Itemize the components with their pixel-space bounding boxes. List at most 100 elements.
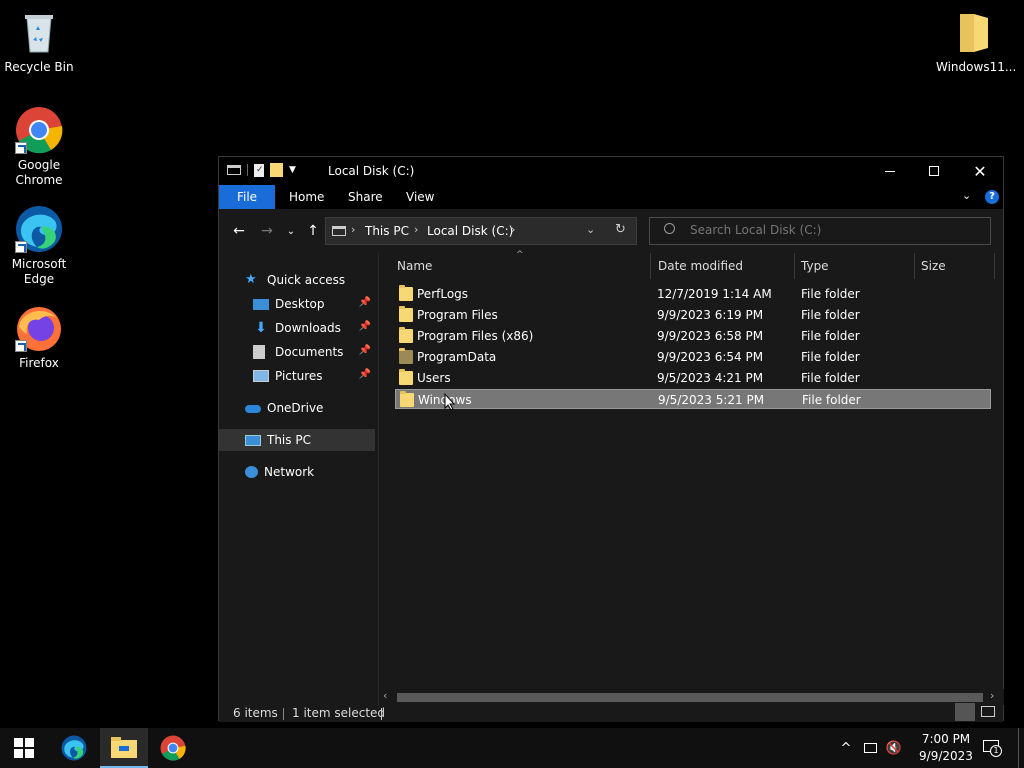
nav-item-this-pc[interactable]: This PC xyxy=(219,429,375,451)
desktop-icon-windows11-folder[interactable]: Windows11... xyxy=(936,8,1017,75)
network-status-icon[interactable] xyxy=(862,740,878,756)
forward-arrow-icon: → xyxy=(261,223,273,239)
table-row[interactable]: Program Files (x86) 9/9/2023 6:58 PM Fil… xyxy=(395,326,991,346)
clock-date: 9/9/2023 xyxy=(919,749,973,763)
network-icon xyxy=(245,466,258,478)
address-history-dropdown[interactable]: ⌄ xyxy=(586,223,595,236)
scroll-left-icon[interactable]: ‹ xyxy=(383,689,387,702)
show-hidden-icons-chevron-up-icon[interactable]: ^ xyxy=(838,740,854,756)
search-icon xyxy=(664,223,675,234)
nav-item-label: Documents xyxy=(275,345,344,359)
details-view-button[interactable] xyxy=(955,703,975,721)
desktop-icon-google-chrome[interactable]: Google Chrome xyxy=(1,106,77,188)
column-header-type[interactable]: Type xyxy=(795,253,915,279)
mouse-cursor-icon xyxy=(444,393,456,411)
table-row[interactable]: PerfLogs 12/7/2019 1:14 AM File folder xyxy=(395,284,991,304)
title-bar[interactable]: ✓ ▼ Local Disk (C:) ✕ xyxy=(219,157,1003,185)
nav-item-quick-access[interactable]: ★ Quick access xyxy=(219,269,375,291)
desktop-icon-label: Microsoft Edge xyxy=(11,257,67,286)
taskbar-edge-button[interactable] xyxy=(50,728,98,768)
file-date: 12/7/2019 1:14 AM xyxy=(657,287,772,301)
desktop-icon-firefox[interactable]: Firefox xyxy=(1,304,77,371)
file-type: File folder xyxy=(801,350,860,364)
up-button[interactable]: ↑ xyxy=(303,221,323,241)
breadcrumb-local-disk[interactable]: Local Disk (C:) xyxy=(427,224,513,238)
nav-item-documents[interactable]: Documents 📌 xyxy=(219,341,375,363)
column-header-size[interactable]: Size xyxy=(915,253,995,279)
drive-icon[interactable] xyxy=(227,165,241,175)
scroll-right-icon[interactable]: › xyxy=(990,689,994,702)
folder-icon xyxy=(399,369,413,385)
column-header-name[interactable]: Name xyxy=(379,253,651,279)
customize-toolbar-icon[interactable]: ▼ xyxy=(289,165,296,175)
horizontal-scrollbar[interactable]: ‹ › xyxy=(379,689,1004,705)
close-icon: ✕ xyxy=(973,161,987,181)
taskbar-file-explorer-button[interactable] xyxy=(100,728,148,768)
breadcrumb-this-pc[interactable]: This PC xyxy=(365,224,409,238)
new-folder-icon[interactable] xyxy=(270,163,283,177)
table-row[interactable]: Program Files 9/9/2023 6:19 PM File fold… xyxy=(395,305,991,325)
file-name: Program Files xyxy=(417,308,498,322)
taskbar-chrome-button[interactable] xyxy=(149,728,197,768)
maximize-button[interactable] xyxy=(911,157,957,185)
help-icon[interactable]: ? xyxy=(985,190,999,204)
nav-item-network[interactable]: Network xyxy=(219,461,375,483)
chrome-icon xyxy=(15,106,63,154)
action-center-button[interactable]: 1 xyxy=(982,739,1002,757)
pin-icon: 📌 xyxy=(358,369,371,380)
close-button[interactable]: ✕ xyxy=(957,157,1003,185)
recent-locations-button[interactable]: ⌄ xyxy=(281,221,301,241)
search-input[interactable] xyxy=(690,223,980,237)
status-divider xyxy=(381,708,382,720)
table-row[interactable]: ProgramData 9/9/2023 6:54 PM File folder xyxy=(395,347,991,367)
status-divider xyxy=(283,708,284,720)
search-box[interactable] xyxy=(649,217,991,245)
desktop-icon-label: Windows11... xyxy=(936,60,1017,74)
minimize-button[interactable] xyxy=(867,157,913,185)
pin-icon: 📌 xyxy=(358,321,371,332)
large-icons-view-button[interactable] xyxy=(981,706,995,717)
file-date: 9/9/2023 6:58 PM xyxy=(657,329,764,343)
folder-icon xyxy=(399,327,413,343)
column-header-date-modified[interactable]: Date modified xyxy=(651,253,795,279)
file-type: File folder xyxy=(801,287,860,301)
nav-item-downloads[interactable]: ⬇ Downloads 📌 xyxy=(219,317,375,339)
up-arrow-icon: ↑ xyxy=(307,223,319,239)
shortcut-arrow-icon xyxy=(15,241,27,253)
ribbon-tabs: File Home Share View ⌄ ? xyxy=(219,185,1003,209)
tab-file[interactable]: File xyxy=(219,185,275,209)
nav-item-desktop[interactable]: Desktop 📌 xyxy=(219,293,375,315)
folder-icon xyxy=(950,8,998,56)
table-row[interactable]: Users 9/5/2023 4:21 PM File folder xyxy=(395,368,991,388)
tab-home[interactable]: Home xyxy=(275,185,338,209)
taskbar-clock[interactable]: 7:00 PM 9/9/2023 xyxy=(918,731,974,765)
scrollbar-thumb[interactable] xyxy=(397,693,983,702)
expand-ribbon-icon[interactable]: ⌄ xyxy=(962,189,971,202)
tab-view[interactable]: View xyxy=(392,185,448,209)
file-type: File folder xyxy=(801,308,860,322)
properties-icon[interactable]: ✓ xyxy=(254,163,264,177)
start-button[interactable] xyxy=(0,728,48,768)
nav-item-label: OneDrive xyxy=(267,401,324,415)
address-bar[interactable]: › This PC › Local Disk (C:) › ⌄ ↻ xyxy=(325,217,637,245)
selection-count: 1 item selected xyxy=(292,706,386,720)
chrome-icon xyxy=(160,735,186,761)
file-date: 9/9/2023 6:54 PM xyxy=(657,350,764,364)
desktop-icon-recycle-bin[interactable]: Recycle Bin xyxy=(1,8,77,75)
file-type: File folder xyxy=(802,393,861,407)
tab-share[interactable]: Share xyxy=(334,185,397,209)
chevron-down-icon: ⌄ xyxy=(286,225,296,237)
desktop-icon-label: Firefox xyxy=(19,356,59,370)
file-explorer-window[interactable]: ✓ ▼ Local Disk (C:) ✕ File Home Share Vi… xyxy=(218,156,1004,722)
desktop-icon-microsoft-edge[interactable]: Microsoft Edge xyxy=(1,205,77,287)
forward-button[interactable]: → xyxy=(257,221,277,241)
nav-item-onedrive[interactable]: OneDrive xyxy=(219,397,375,419)
refresh-icon[interactable]: ↻ xyxy=(615,222,626,237)
show-desktop-button[interactable] xyxy=(1018,728,1019,768)
volume-muted-icon[interactable]: 🔇 xyxy=(886,740,902,756)
navigation-pane: ★ Quick access Desktop 📌 ⬇ Downloads 📌 D… xyxy=(219,253,377,706)
back-button[interactable]: ← xyxy=(229,221,249,241)
table-row-selected[interactable]: Windows 9/5/2023 5:21 PM File folder xyxy=(395,389,991,409)
firefox-icon xyxy=(15,304,63,352)
nav-item-pictures[interactable]: Pictures 📌 xyxy=(219,365,375,387)
